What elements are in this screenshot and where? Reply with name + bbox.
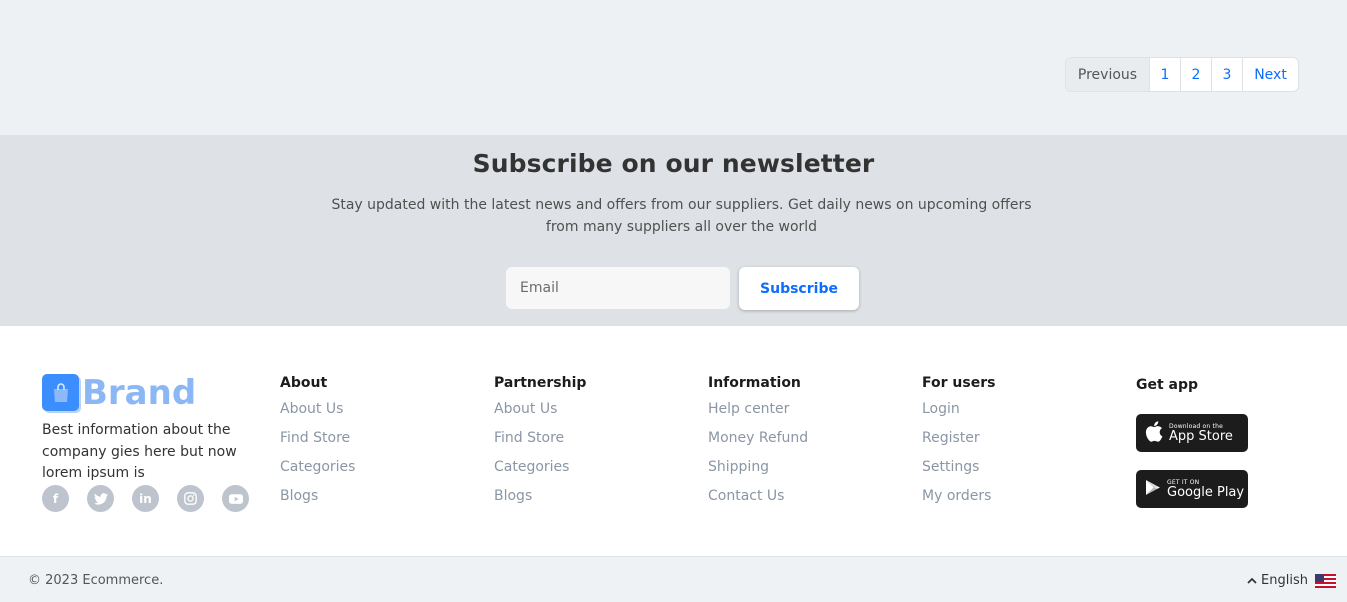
get-app-title: Get app — [1136, 377, 1199, 393]
footer-column-partnership: Partnership About Us Find Store Categori… — [494, 375, 586, 516]
footer-link[interactable]: Find Store — [494, 429, 586, 448]
footer-column-for-users: For users Login Register Settings My ord… — [922, 375, 995, 516]
pagination: Previous 1 2 3 Next — [1065, 57, 1299, 92]
chevron-up-icon — [1247, 573, 1257, 588]
footer-link[interactable]: Help center — [708, 400, 808, 419]
footer-link[interactable]: Shipping — [708, 458, 808, 477]
footer-link[interactable]: My orders — [922, 487, 995, 506]
shopping-bag-icon — [42, 374, 79, 411]
instagram-icon[interactable] — [177, 485, 204, 512]
newsletter-title: Subscribe on our newsletter — [472, 149, 875, 178]
app-store-text: Download on the App Store — [1169, 423, 1233, 444]
next-page-button[interactable]: Next — [1242, 58, 1298, 91]
subscribe-button[interactable]: Subscribe — [739, 267, 859, 310]
footer-link[interactable]: Find Store — [280, 429, 355, 448]
footer-link[interactable]: Register — [922, 429, 995, 448]
newsletter-description: Stay updated with the latest news and of… — [331, 197, 1032, 235]
page-2-button[interactable]: 2 — [1180, 58, 1211, 91]
footer-link[interactable]: About Us — [494, 400, 586, 419]
twitter-icon[interactable] — [87, 485, 114, 512]
social-links: f in — [42, 485, 249, 512]
copyright: © 2023 Ecommerce. — [28, 573, 164, 588]
brand-logo[interactable]: Brand — [42, 374, 196, 411]
brand-name: Brand — [82, 372, 197, 413]
footer: Brand Best information about the company… — [0, 326, 1347, 556]
footer-link[interactable]: Settings — [922, 458, 995, 477]
language-label: English — [1261, 573, 1308, 588]
footer-column-information: Information Help center Money Refund Shi… — [708, 375, 808, 516]
footer-link[interactable]: Blogs — [280, 487, 355, 506]
google-play-text: GET IT ON Google Play — [1167, 479, 1244, 500]
footer-link[interactable]: Login — [922, 400, 995, 419]
column-title: For users — [922, 375, 996, 391]
footer-link[interactable]: About Us — [280, 400, 355, 419]
apple-icon — [1145, 420, 1163, 446]
previous-page-button[interactable]: Previous — [1066, 58, 1149, 91]
app-store-label: App Store — [1169, 428, 1233, 444]
google-play-button[interactable]: GET IT ON Google Play — [1136, 470, 1248, 508]
google-play-label: Google Play — [1167, 484, 1245, 500]
column-title: About — [280, 375, 328, 391]
footer-link[interactable]: Money Refund — [708, 429, 808, 448]
footer-link[interactable]: Contact Us — [708, 487, 808, 506]
app-store-button[interactable]: Download on the App Store — [1136, 414, 1248, 452]
brand-description: Best information about the company gies … — [42, 422, 237, 481]
column-title: Partnership — [494, 375, 587, 391]
column-title: Information — [708, 375, 801, 391]
get-app-section: Get app Download on the App Store GET IT… — [1136, 377, 1248, 508]
page-3-button[interactable]: 3 — [1211, 58, 1242, 91]
bottom-bar: © 2023 Ecommerce. English — [0, 556, 1347, 602]
footer-link[interactable]: Categories — [280, 458, 355, 477]
google-play-icon — [1145, 479, 1161, 500]
footer-link[interactable]: Blogs — [494, 487, 586, 506]
facebook-icon[interactable]: f — [42, 485, 69, 512]
footer-link[interactable]: Categories — [494, 458, 586, 477]
email-input[interactable]: Email — [505, 266, 731, 310]
pagination-section: Previous 1 2 3 Next — [0, 0, 1347, 135]
youtube-icon[interactable] — [222, 485, 249, 512]
newsletter-section: Subscribe on our newsletter Stay updated… — [0, 135, 1347, 326]
page-1-button[interactable]: 1 — [1149, 58, 1180, 91]
language-selector[interactable]: English — [1247, 573, 1336, 588]
footer-column-about: About About Us Find Store Categories Blo… — [280, 375, 355, 516]
us-flag-icon — [1315, 573, 1336, 588]
linkedin-icon[interactable]: in — [132, 485, 159, 512]
